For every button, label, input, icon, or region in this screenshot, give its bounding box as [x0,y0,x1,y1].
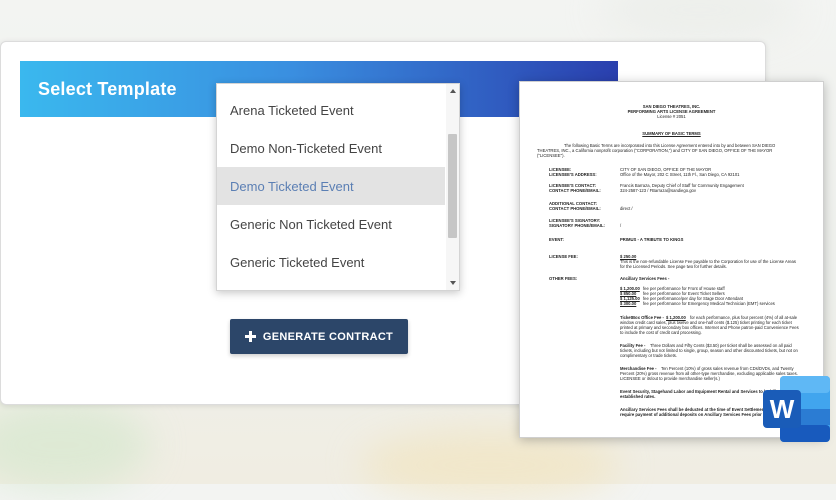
template-option-label: Arena Ticketed Event [230,102,354,118]
doc-field-label: LICENSEE'S ADDRESS: [549,172,597,177]
template-option-demo-ticketed[interactable]: Demo Ticketed Event [217,167,445,205]
doc-field-label: SIGNATORY PHONE/EMAIL: [549,223,605,228]
doc-field-value: Office of the Mayor, 202 C Street, 11th … [620,172,740,177]
generate-contract-button[interactable]: GENERATE CONTRACT [230,319,408,354]
doc-fee-text: fee per performance for Emergency Medica… [643,301,775,306]
doc-license-number: License # 2051 [657,114,686,119]
doc-field-label: CONTACT PHONE/EMAIL: [549,188,601,193]
listbox-scrollbar[interactable] [446,84,459,290]
doc-field-value: direct / [620,206,633,211]
doc-event-value: PRIMUS - A TRIBUTE TO KINGS [620,237,684,242]
background-blur [600,0,800,40]
doc-field-label: EVENT: [549,237,564,242]
scroll-down-arrow-icon[interactable] [450,281,456,285]
doc-summary-heading: SUMMARY OF BASIC TERMS [642,131,701,136]
doc-intro: THEATRES, INC., a California nonprofit c… [537,148,773,153]
microsoft-word-icon: W [762,375,832,443]
plus-icon [244,331,256,342]
word-icon-letter: W [770,394,795,424]
template-listbox[interactable]: Arena Ticketed Event Demo Non-Ticketed E… [216,83,460,291]
template-option-label: Generic Ticketed Event [230,254,365,270]
doc-field-value: / [620,223,622,228]
doc-field-label: OTHER FEES: [549,276,578,281]
doc-fee-text: established rates. [620,394,656,399]
doc-field-value: 324-2587-123 / FBarraza@sandiego.gov [620,188,696,193]
doc-fee-text: require payment of additional deposits o… [620,412,767,417]
template-option-label: Generic Non Ticketed Event [230,216,392,232]
template-option-demo-non-ticketed[interactable]: Demo Non-Ticketed Event [217,129,445,167]
doc-fee-text: for the Licensed Periods. See page two f… [620,264,727,269]
doc-fee-amount: $ 300.00 [620,301,637,306]
doc-fee-text: LICENSEE or its/out to provide merchandi… [620,376,720,381]
template-option-generic-non-ticketed[interactable]: Generic Non Ticketed Event [217,205,445,243]
scroll-up-arrow-icon[interactable] [450,89,456,93]
doc-subheading: Ancillary Services Fees - [620,276,670,281]
template-option-label: Demo Ticketed Event [230,178,354,194]
template-option-label: Demo Non-Ticketed Event [230,140,382,156]
background-blur [0,400,150,490]
doc-fee-text: to include the cost of credit card proce… [620,330,702,335]
template-option-arena-ticketed[interactable]: Arena Ticketed Event [217,91,445,129]
doc-fee-text: complimentary or trade tickets. [620,353,678,358]
generate-contract-label: GENERATE CONTRACT [262,330,394,343]
background-blur [360,430,620,500]
page-title: Select Template [38,78,177,99]
word-icon-graphic: W [763,376,830,442]
doc-intro: ("LICENSEE"). [537,153,565,158]
template-option-generic-ticketed[interactable]: Generic Ticketed Event [217,243,445,281]
doc-field-label: CONTACT PHONE/EMAIL: [549,206,601,211]
scrollbar-thumb[interactable] [448,134,457,238]
doc-field-label: LICENSE FEE: [549,254,578,259]
